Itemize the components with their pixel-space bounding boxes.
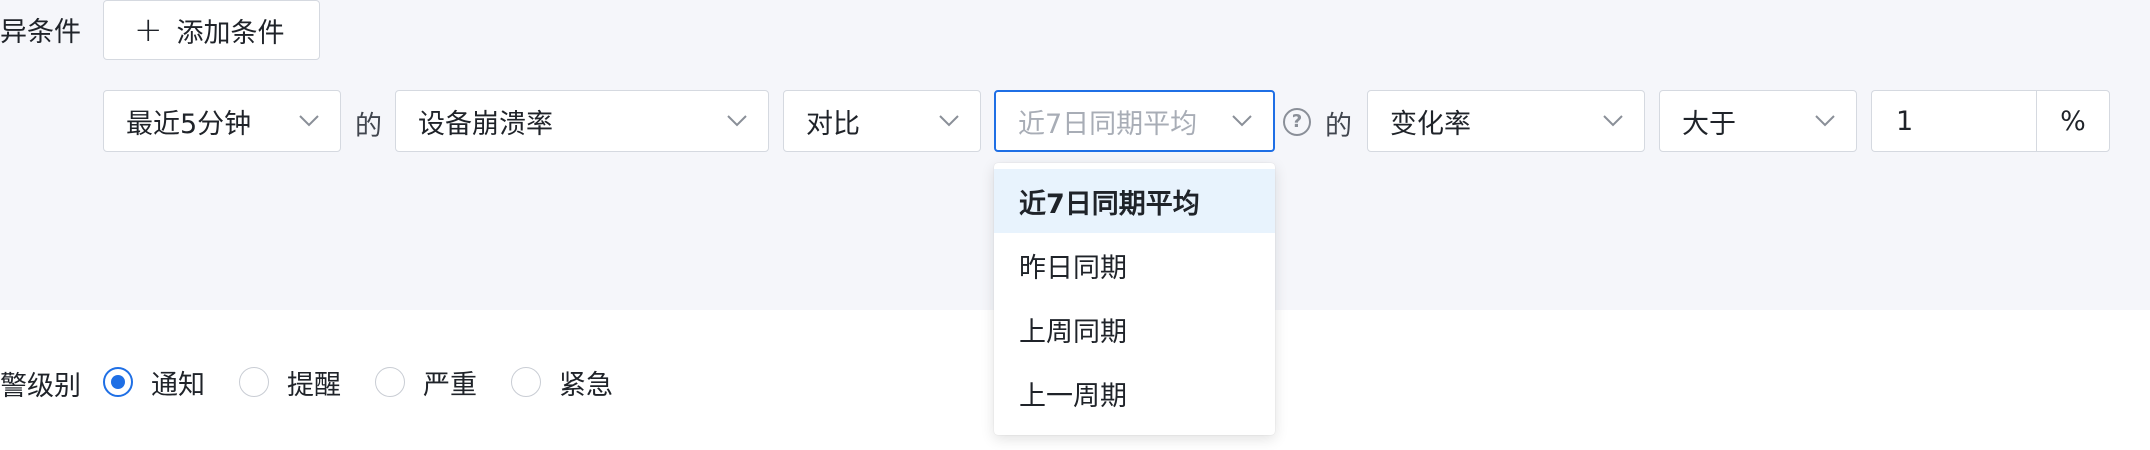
baseline-dropdown-menu: 近7日同期平均 昨日同期 上周同期 上一周期 <box>994 163 1275 435</box>
condition-section-label: 异条件 <box>0 17 81 48</box>
radio-button[interactable] <box>103 367 133 397</box>
add-condition-button[interactable]: + 添加条件 <box>103 0 320 60</box>
chevron-down-icon <box>298 114 320 128</box>
baseline-placeholder: 近7日同期平均 <box>1018 108 1198 140</box>
time-window-value: 最近5分钟 <box>126 108 252 140</box>
chevron-down-icon <box>1231 114 1253 128</box>
radio-label: 紧急 <box>559 369 613 401</box>
metric-value: 设备崩溃率 <box>418 108 553 140</box>
help-icon[interactable]: ? <box>1283 108 1311 136</box>
chevron-down-icon <box>726 114 748 128</box>
alert-level-label: 警级别 <box>0 371 81 402</box>
dropdown-option[interactable]: 上一周期 <box>994 361 1275 425</box>
radio-label: 通知 <box>151 369 205 401</box>
radio-option-remind[interactable]: 提醒 <box>239 362 341 402</box>
change-type-select[interactable]: 变化率 <box>1367 90 1645 152</box>
threshold-input[interactable]: 1 <box>1871 90 2036 152</box>
operator-select[interactable]: 大于 <box>1659 90 1857 152</box>
connector-text: 的 <box>355 111 382 142</box>
metric-select[interactable]: 设备崩溃率 <box>395 90 769 152</box>
radio-option-urgent[interactable]: 紧急 <box>511 362 613 402</box>
radio-button[interactable] <box>511 367 541 397</box>
baseline-select[interactable]: 近7日同期平均 <box>994 90 1275 152</box>
time-window-select[interactable]: 最近5分钟 <box>103 90 341 152</box>
dropdown-option[interactable]: 昨日同期 <box>994 233 1275 297</box>
radio-button[interactable] <box>375 367 405 397</box>
chevron-down-icon <box>1814 114 1836 128</box>
add-condition-label: 添加条件 <box>176 17 285 49</box>
radio-option-notify[interactable]: 通知 <box>103 362 205 402</box>
chevron-down-icon <box>938 114 960 128</box>
radio-label: 严重 <box>423 369 477 401</box>
operator-value: 大于 <box>1682 108 1736 140</box>
change-type-value: 变化率 <box>1390 108 1471 140</box>
radio-option-severe[interactable]: 严重 <box>375 362 477 402</box>
dropdown-option[interactable]: 上周同期 <box>994 297 1275 361</box>
chevron-down-icon <box>1602 114 1624 128</box>
dropdown-option[interactable]: 近7日同期平均 <box>994 169 1275 233</box>
compare-mode-value: 对比 <box>806 108 860 140</box>
plus-icon: + <box>134 10 163 50</box>
radio-label: 提醒 <box>287 369 341 401</box>
connector-text: 的 <box>1325 111 1352 142</box>
compare-mode-select[interactable]: 对比 <box>783 90 981 152</box>
threshold-unit: % <box>2036 90 2110 152</box>
radio-button[interactable] <box>239 367 269 397</box>
